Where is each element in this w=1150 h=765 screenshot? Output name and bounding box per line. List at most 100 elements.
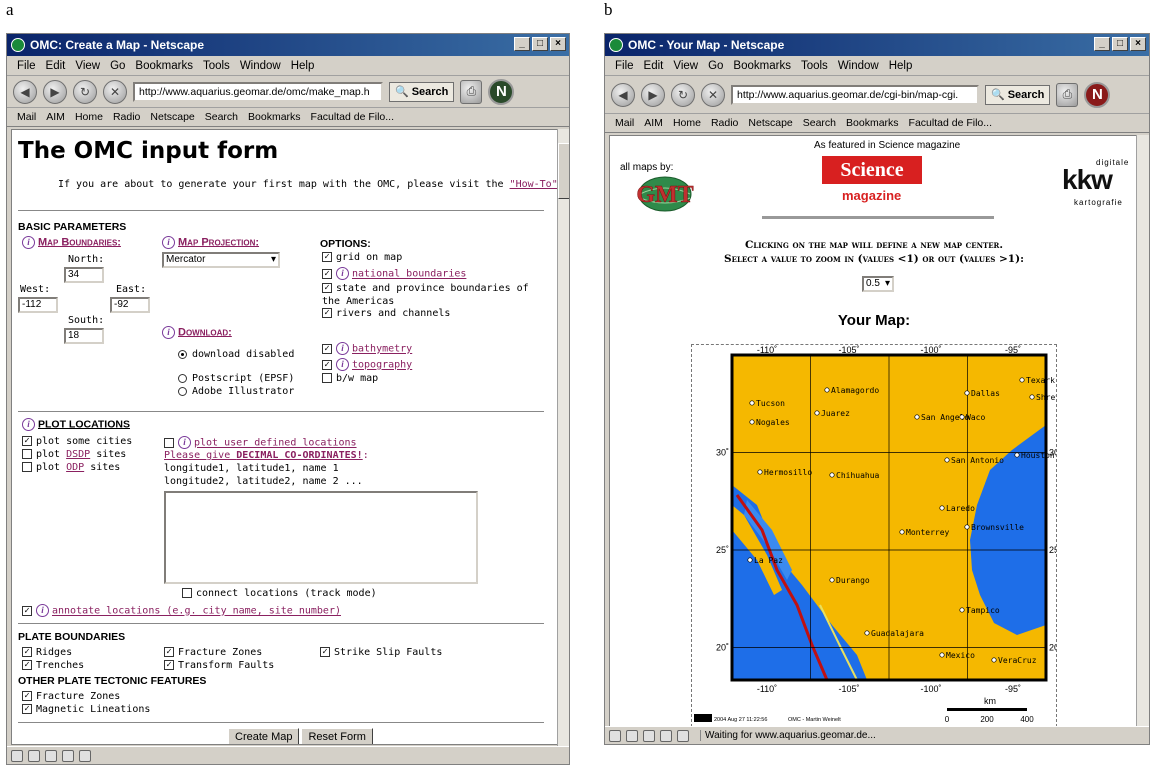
create-map-button[interactable]: Create Map [228, 728, 300, 744]
print-icon[interactable]: ⎙ [1056, 82, 1079, 107]
plot-user-link[interactable]: plot user defined locations [194, 438, 357, 449]
back-icon[interactable]: ◀ [13, 79, 37, 104]
strike-slip-checkbox[interactable]: ✓ [320, 647, 330, 657]
reload-icon[interactable]: ↻ [671, 82, 695, 107]
transform-faults-checkbox[interactable]: ✓ [164, 660, 174, 670]
mail-icon[interactable] [28, 749, 40, 762]
fracture-zones-checkbox[interactable]: ✓ [164, 647, 174, 657]
menu-item-0[interactable]: File [17, 60, 36, 72]
download-disabled-radio[interactable] [178, 349, 187, 359]
ridges-checkbox[interactable]: ✓ [22, 647, 32, 657]
mail-icon[interactable] [626, 729, 638, 742]
plot-user-checkbox[interactable] [164, 437, 174, 448]
menu-item-2[interactable]: View [75, 60, 100, 72]
bookmark-item-0[interactable]: Mail [615, 117, 634, 129]
bookmark-item-5[interactable]: Search [803, 117, 836, 129]
navigator-icon[interactable] [11, 749, 23, 762]
grid-checkbox[interactable]: ✓ [322, 252, 332, 262]
bookmark-item-2[interactable]: Home [75, 111, 103, 123]
stop-icon[interactable]: ✕ [103, 79, 127, 104]
decimal-prefix[interactable]: Please give [164, 450, 236, 461]
info-icon[interactable]: i [336, 267, 349, 280]
odp-link[interactable]: ODP [66, 462, 84, 473]
annotate-checkbox[interactable]: ✓ [22, 605, 32, 616]
vertical-scrollbar[interactable] [557, 129, 569, 747]
state-boundaries-checkbox[interactable]: ✓ [322, 283, 332, 293]
bookmark-item-3[interactable]: Radio [113, 111, 140, 123]
vertical-scrollbar[interactable] [1136, 135, 1149, 729]
bookmark-item-4[interactable]: Netscape [150, 111, 194, 123]
address-book-icon[interactable] [79, 749, 91, 762]
bathymetry-link[interactable]: bathymetry [352, 344, 412, 355]
dsdp-link[interactable]: DSDP [66, 449, 90, 460]
forward-icon[interactable]: ▶ [641, 82, 665, 107]
reload-icon[interactable]: ↻ [73, 79, 97, 104]
info-icon[interactable]: i [178, 436, 191, 449]
close-button[interactable]: × [550, 37, 566, 51]
back-icon[interactable]: ◀ [611, 82, 635, 107]
info-icon[interactable]: i [36, 604, 49, 617]
info-icon[interactable]: i [336, 358, 349, 371]
url-input[interactable]: http://www.aquarius.geomar.de/omc/make_m… [133, 81, 383, 102]
menu-item-3[interactable]: Go [110, 60, 125, 72]
scrollbar-thumb[interactable] [558, 143, 569, 199]
menu-item-1[interactable]: Edit [644, 60, 664, 72]
forward-icon[interactable]: ▶ [43, 79, 67, 104]
connect-locations-checkbox[interactable] [182, 588, 192, 598]
bookmark-item-6[interactable]: Bookmarks [248, 111, 301, 123]
plot-cities-checkbox[interactable]: ✓ [22, 436, 32, 446]
info-icon[interactable]: i [22, 236, 35, 249]
reset-form-button[interactable]: Reset Form [301, 728, 373, 744]
bookmark-item-7[interactable]: Facultad de Filo... [909, 117, 992, 129]
plot-locations-heading[interactable]: PLOT LOCATIONS [38, 418, 130, 430]
bathymetry-checkbox[interactable]: ✓ [322, 343, 332, 354]
north-field[interactable]: 34 [64, 267, 104, 283]
close-button[interactable]: × [1130, 37, 1146, 51]
east-field[interactable]: -92 [110, 297, 150, 313]
bookmark-item-5[interactable]: Search [205, 111, 238, 123]
stop-icon[interactable]: ✕ [701, 82, 725, 107]
topography-checkbox[interactable]: ✓ [322, 359, 332, 370]
topography-link[interactable]: topography [352, 360, 412, 371]
west-field[interactable]: -112 [18, 297, 58, 313]
map-image[interactable]: -110˚ -110˚ -105˚ -105˚ -100˚ -100˚ -95˚ -95˚ 30… [691, 344, 1062, 726]
aim-icon[interactable] [643, 729, 655, 742]
info-icon[interactable]: i [162, 326, 175, 339]
aim-icon[interactable] [45, 749, 57, 762]
info-icon[interactable]: i [336, 342, 349, 355]
menu-item-5[interactable]: Tools [801, 60, 828, 72]
magnetic-lineations-checkbox[interactable]: ✓ [22, 704, 32, 714]
plot-odp-checkbox[interactable] [22, 462, 32, 472]
bookmark-item-4[interactable]: Netscape [748, 117, 792, 129]
search-button[interactable]: 🔍 Search [389, 81, 455, 102]
menu-item-5[interactable]: Tools [203, 60, 230, 72]
map-boundaries-link[interactable]: Map Boundaries: [38, 236, 121, 248]
bookmark-item-3[interactable]: Radio [711, 117, 738, 129]
bookmark-item-0[interactable]: Mail [17, 111, 36, 123]
south-field[interactable]: 18 [64, 328, 104, 344]
bookmark-item-2[interactable]: Home [673, 117, 701, 129]
menu-item-4[interactable]: Bookmarks [135, 60, 193, 72]
bookmark-item-1[interactable]: AIM [644, 117, 663, 129]
zoom-select[interactable]: 0.5 ▾ [862, 276, 894, 292]
national-boundaries-checkbox[interactable]: ✓ [322, 268, 332, 279]
projection-select[interactable]: Mercator ▾ [162, 252, 280, 268]
menu-item-6[interactable]: Window [240, 60, 281, 72]
maximize-button[interactable]: □ [1112, 37, 1128, 51]
bookmark-item-1[interactable]: AIM [46, 111, 65, 123]
maximize-button[interactable]: □ [532, 37, 548, 51]
map-projection-link[interactable]: Map Projection: [178, 236, 259, 248]
navigator-icon[interactable] [609, 729, 621, 742]
bookmark-item-6[interactable]: Bookmarks [846, 117, 899, 129]
info-icon[interactable]: i [22, 418, 35, 431]
info-icon[interactable]: i [162, 236, 175, 249]
postscript-radio[interactable] [178, 373, 187, 383]
map-svg[interactable]: -110˚ -110˚ -105˚ -105˚ -100˚ -100˚ -95˚ -95˚ 30… [692, 345, 1062, 726]
menu-item-2[interactable]: View [673, 60, 698, 72]
trenches-checkbox[interactable]: ✓ [22, 660, 32, 670]
print-icon[interactable]: ⎙ [460, 79, 483, 104]
menu-item-0[interactable]: File [615, 60, 634, 72]
illustrator-radio[interactable] [178, 386, 187, 396]
decimal-emphasis[interactable]: DECIMAL CO-ORDINATES! [236, 450, 362, 461]
rivers-checkbox[interactable]: ✓ [322, 308, 332, 318]
